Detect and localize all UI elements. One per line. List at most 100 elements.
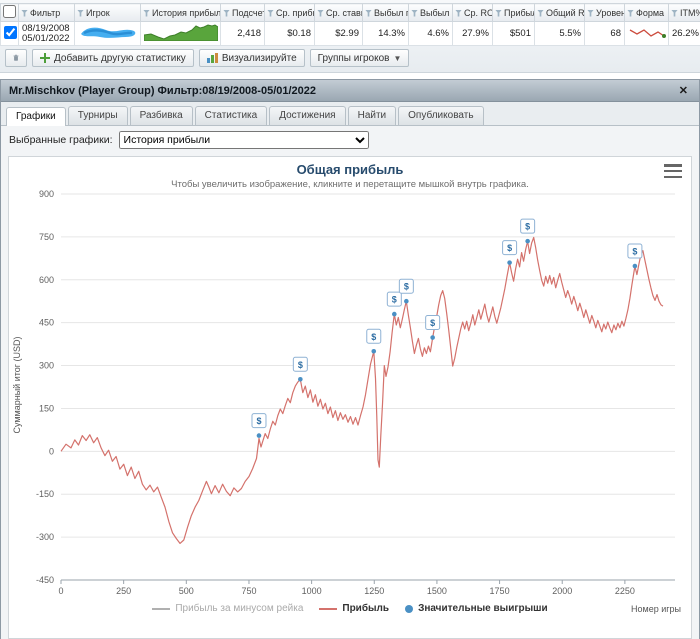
filter-icon [365,9,372,17]
chart-bars-icon [206,53,218,63]
tab-publish[interactable]: Опубликовать [398,106,484,125]
stats-grid-section: Фильтр Игрок История прибыли Подсчет Ср.… [0,0,700,73]
player-panel: Mr.Mischkov (Player Group) Фильтр:08/19/… [0,79,700,639]
svg-text:0: 0 [49,446,54,456]
busted-late-cell: 14.3% [362,21,409,46]
svg-text:$: $ [404,282,409,292]
col-form[interactable]: Форма [624,3,669,22]
graph-select-row: Выбранные графики: История прибыли [1,126,699,154]
svg-text:$: $ [507,243,512,253]
svg-text:300: 300 [39,361,54,371]
svg-text:$: $ [371,332,376,342]
col-level[interactable]: Уровень [584,3,625,22]
profit-chart-panel: Общая прибыль Чтобы увеличить изображени… [8,156,692,639]
col-busted-late[interactable]: Выбыл поз [362,3,409,22]
svg-text:$: $ [256,416,261,426]
legend-item-rake[interactable]: Прибыль за минусом рейка [152,603,303,614]
svg-text:750: 750 [241,586,256,596]
svg-text:-450: -450 [36,575,54,585]
tab-bar: Графики Турниры Разбивка Статистика Дост… [1,102,699,126]
profit-history-sparkline [140,21,221,46]
filter-icon [77,9,84,17]
col-count[interactable]: Подсчет [220,3,265,22]
selected-graphs-label: Выбранные графики: [9,134,113,146]
avg-stake-cell: $2.99 [314,21,363,46]
svg-text:-300: -300 [36,532,54,542]
filter-icon [495,9,502,17]
add-stat-button[interactable]: Добавить другую статистику [32,49,194,67]
filter-icon [223,9,230,17]
chart-legend: Прибыль за минусом рейка Прибыль Значите… [9,603,691,614]
level-cell: 68 [584,21,625,46]
count-cell: 2,418 [220,21,265,46]
select-all-checkbox[interactable] [3,5,16,18]
filter-icon [267,9,274,17]
player-name-cell [74,21,141,46]
filter-date-to: 05/01/2022 [22,32,70,44]
close-icon[interactable]: ✕ [676,84,691,97]
filter-icon [671,9,678,17]
graph-select[interactable]: История прибыли [118,131,369,149]
svg-text:250: 250 [116,586,131,596]
panel-title: Mr.Mischkov (Player Group) Фильтр:08/19/… [9,84,317,97]
redacted-name-scribble [81,27,136,38]
tab-statistics[interactable]: Статистика [194,106,268,125]
svg-text:$: $ [430,318,435,328]
legend-item-profit[interactable]: Прибыль [319,603,389,614]
chart-menu-icon[interactable] [664,164,682,178]
avg-roi-cell: 27.9% [452,21,493,46]
col-total-roi[interactable]: Общий ROI [534,3,585,22]
svg-text:1250: 1250 [364,586,384,596]
stats-header-row: Фильтр Игрок История прибыли Подсчет Ср.… [0,3,700,22]
filter-icon [21,9,28,17]
svg-text:2250: 2250 [615,586,635,596]
chart-title: Общая прибыль [296,162,404,177]
svg-text:$: $ [525,222,530,232]
player-groups-button[interactable]: Группы игроков ▼ [309,49,410,67]
chart-subtitle: Чтобы увеличить изображение, кликните и … [171,179,529,190]
svg-text:Суммарный итог (USD): Суммарный итог (USD) [12,336,22,433]
svg-text:$: $ [298,360,303,370]
filter-icon [143,9,150,17]
tab-breakdown[interactable]: Разбивка [129,106,193,125]
busted-early-cell: 4.6% [408,21,453,46]
profit-line-chart[interactable]: 9007506004503001500-150-300-4500 250 500 75… [9,189,689,602]
col-filter[interactable]: Фильтр [18,3,75,22]
svg-text:900: 900 [39,190,54,199]
rake-line-swatch [152,607,171,610]
svg-text:150: 150 [39,403,54,413]
filter-icon [537,9,544,17]
svg-text:$: $ [392,295,397,305]
trash-icon [13,54,19,61]
svg-text:450: 450 [39,318,54,328]
itm-cell: 26.2% [668,21,700,46]
legend-item-big-wins[interactable]: Значительные выигрыши [405,603,548,614]
svg-text:0: 0 [58,586,63,596]
chevron-down-icon: ▼ [393,53,402,63]
col-avg-stake[interactable]: Ср. ставка [314,3,363,22]
tab-tournaments[interactable]: Турниры [67,106,128,125]
tab-achievements[interactable]: Достижения [269,106,346,125]
row-checkbox[interactable] [4,25,17,39]
svg-text:600: 600 [39,275,54,285]
col-avg-roi[interactable]: Ср. ROI [452,3,493,22]
svg-text:-150: -150 [36,489,54,499]
tab-find[interactable]: Найти [347,106,397,125]
header-checkbox-cell [0,3,19,22]
table-row[interactable]: 08/19/2008 05/01/2022 2,418 $0.18 $2.99 … [0,21,700,46]
delete-button[interactable] [5,49,27,67]
col-player[interactable]: Игрок [74,3,141,22]
visualize-button[interactable]: Визуализируйте [198,49,305,67]
total-roi-cell: 5.5% [534,21,585,46]
svg-text:2000: 2000 [552,586,572,596]
col-itm[interactable]: ITM% [668,3,700,22]
col-profit[interactable]: Прибыль [492,3,535,22]
tab-graphs[interactable]: Графики [6,107,66,126]
col-profit-history[interactable]: История прибыли [140,3,221,22]
panel-header: Mr.Mischkov (Player Group) Фильтр:08/19/… [1,80,699,102]
form-sparkline [624,21,669,46]
col-avg-profit[interactable]: Ср. прибыль [264,3,315,22]
filter-icon [627,9,634,17]
col-busted-early[interactable]: Выбыл ран [408,3,453,22]
row-checkbox-cell [0,21,19,46]
